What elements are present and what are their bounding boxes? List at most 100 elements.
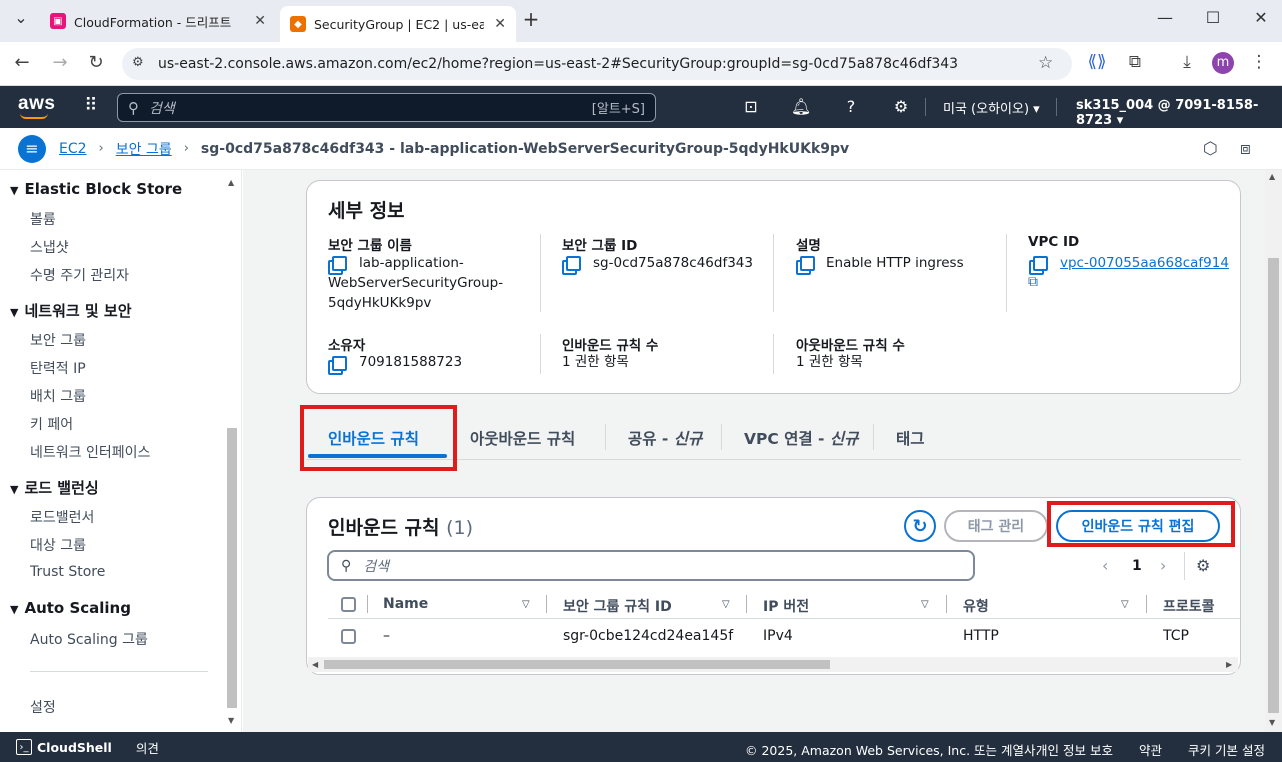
next-page-icon[interactable]: › xyxy=(1160,556,1166,575)
column-header-protocol[interactable]: 프로토콜 xyxy=(1163,596,1215,616)
reload-icon[interactable]: ↻ xyxy=(84,52,108,73)
prev-page-icon[interactable]: ‹ xyxy=(1102,556,1108,575)
sidebar-item-target-groups[interactable]: 대상 그룹 xyxy=(30,535,86,555)
tab-sharing[interactable]: 공유 - 신규 xyxy=(628,427,702,449)
minimize-icon[interactable]: — xyxy=(1150,8,1180,27)
scroll-right-icon[interactable]: ▶ xyxy=(1226,660,1232,669)
sidebar-item-settings[interactable]: 설정 xyxy=(30,697,56,717)
scroll-up-icon[interactable]: ▲ xyxy=(228,178,234,187)
copy-icon[interactable] xyxy=(332,256,347,271)
settings-gear-icon[interactable]: ⚙ xyxy=(890,97,912,116)
breadcrumb-ec2[interactable]: EC2 xyxy=(59,141,87,157)
sort-icon[interactable]: ▽ xyxy=(722,599,730,610)
close-window-icon[interactable]: ✕ xyxy=(1246,8,1276,27)
sidebar-section-ebs[interactable]: ▼ Elastic Block Store xyxy=(10,180,182,198)
table-scroll-thumb[interactable] xyxy=(324,660,830,669)
sidebar-item-elastic-ip[interactable]: 탄력적 IP xyxy=(30,358,86,378)
maximize-icon[interactable]: ☐ xyxy=(1198,8,1228,27)
site-info-icon[interactable]: ⚙ xyxy=(132,55,144,70)
profile-avatar[interactable]: m xyxy=(1212,52,1234,74)
breadcrumb-current: sg-0cd75a878c46df343 - lab-application-W… xyxy=(200,140,850,157)
sidebar-scrollbar[interactable]: ▲ ▼ xyxy=(226,178,238,726)
aws-search-input[interactable]: ⚲ 검색 [알트+S] xyxy=(117,93,656,122)
manage-tags-button[interactable]: 태그 관리 xyxy=(944,510,1048,542)
sidebar-item-lifecycle[interactable]: 수명 주기 관리자 xyxy=(30,265,129,285)
column-header-name[interactable]: Name xyxy=(383,596,428,612)
cloudshell-icon[interactable]: ›_ xyxy=(16,739,32,755)
column-header-ip-version[interactable]: IP 버전 xyxy=(763,596,809,616)
row-checkbox[interactable] xyxy=(341,629,356,644)
scroll-left-icon[interactable]: ◀ xyxy=(312,660,318,669)
hamburger-menu-icon[interactable]: ≡ xyxy=(18,134,46,163)
extensions-puzzle-icon[interactable]: ⧉ xyxy=(1122,52,1148,72)
footer-terms[interactable]: 약관 xyxy=(1139,740,1162,759)
sidebar-section-network[interactable]: ▼ 네트워크 및 보안 xyxy=(10,300,132,321)
download-icon[interactable]: ⤓ xyxy=(1174,52,1200,72)
rules-search-input[interactable]: ⚲ 검색 xyxy=(327,550,975,581)
services-grid-icon[interactable]: ⠿ xyxy=(80,95,102,116)
aws-logo[interactable]: aws xyxy=(18,93,55,115)
info-panel-icon[interactable]: ⬡ xyxy=(1203,139,1218,159)
vpc-id-link[interactable]: vpc-007055aa668caf914 xyxy=(1060,253,1229,273)
sidebar-scroll-thumb[interactable] xyxy=(227,428,237,708)
footer-privacy[interactable]: 개인 정보 보호 xyxy=(1036,740,1113,759)
sidebar-item-volumes[interactable]: 볼륨 xyxy=(30,209,56,229)
cloudshell-icon[interactable]: ⊡ xyxy=(740,97,762,116)
sort-icon[interactable]: ▽ xyxy=(1121,599,1129,610)
footer-cloudshell[interactable]: CloudShell xyxy=(37,740,112,755)
browser-tab-securitygroup[interactable]: ◆ SecurityGroup | EC2 | us-east-2 ✕ xyxy=(280,6,516,42)
page-scroll-thumb[interactable] xyxy=(1268,258,1279,713)
breadcrumb-security-groups[interactable]: 보안 그룹 xyxy=(116,139,172,159)
tools-panel-icon[interactable]: ⧈ xyxy=(1240,139,1251,159)
sidebar-item-placement-groups[interactable]: 배치 그룹 xyxy=(30,386,86,406)
refresh-icon[interactable]: ↻ xyxy=(904,510,936,542)
browser-tab-cloudformation[interactable]: ▣ CloudFormation - 드리프트 ✕ xyxy=(40,6,276,36)
tab-vpc-associations[interactable]: VPC 연결 - 신규 xyxy=(744,427,858,449)
page-vertical-scrollbar[interactable]: ▲ ▼ xyxy=(1265,170,1282,732)
copy-icon[interactable] xyxy=(566,256,581,271)
scroll-down-icon[interactable]: ▼ xyxy=(228,716,234,725)
close-tab-icon[interactable]: ✕ xyxy=(486,16,506,32)
external-link-icon[interactable]: ⧉ xyxy=(1028,274,1038,290)
sort-icon[interactable]: ▽ xyxy=(522,599,530,610)
table-preferences-gear-icon[interactable]: ⚙ xyxy=(1196,556,1210,575)
footer-feedback[interactable]: 의견 xyxy=(136,738,159,757)
forward-icon[interactable]: → xyxy=(48,52,72,73)
tab-search-icon[interactable]: ⌄ xyxy=(6,8,36,27)
copy-icon[interactable] xyxy=(800,256,815,271)
sidebar-item-network-interfaces[interactable]: 네트워크 인터페이스 xyxy=(30,442,150,462)
extension-icon[interactable]: ⟪⟫ xyxy=(1084,52,1110,72)
bookmark-star-icon[interactable]: ☆ xyxy=(1038,53,1053,73)
url-field[interactable]: ⚙ us-east-2.console.aws.amazon.com/ec2/h… xyxy=(122,48,1072,80)
tab-tags[interactable]: 태그 xyxy=(896,427,925,449)
sg-name-value-cont: WebServerSecurityGroup- xyxy=(328,275,504,291)
new-tab-icon[interactable]: + xyxy=(516,7,546,31)
sidebar-item-snapshots[interactable]: 스냅샷 xyxy=(30,237,69,257)
account-menu[interactable]: sk315_004 @ 7091-8158-8723 ▾ xyxy=(1076,98,1282,128)
select-all-checkbox[interactable] xyxy=(341,597,356,612)
copy-icon[interactable] xyxy=(1033,256,1048,271)
column-header-type[interactable]: 유형 xyxy=(963,596,989,616)
copy-icon[interactable] xyxy=(332,356,347,371)
sidebar-item-trust-store[interactable]: Trust Store xyxy=(30,564,105,580)
table-horizontal-scrollbar[interactable]: ◀ ▶ xyxy=(308,657,1238,672)
column-header-rule-id[interactable]: 보안 그룹 규칙 ID xyxy=(563,596,672,616)
close-tab-icon[interactable]: ✕ xyxy=(246,13,266,29)
help-icon[interactable]: ? xyxy=(840,97,862,116)
sidebar-item-key-pairs[interactable]: 키 페어 xyxy=(30,414,73,434)
sidebar-item-auto-scaling-groups[interactable]: Auto Scaling 그룹 xyxy=(30,629,148,649)
notifications-bell-icon[interactable]: 🔔︎ xyxy=(790,97,812,116)
page-number[interactable]: 1 xyxy=(1132,558,1142,574)
sidebar-item-security-groups[interactable]: 보안 그룹 xyxy=(30,330,86,350)
footer-cookies[interactable]: 쿠키 기본 설정 xyxy=(1188,740,1265,759)
region-selector[interactable]: 미국 (오하이오) ▾ xyxy=(943,98,1040,117)
browser-menu-icon[interactable]: ⋮ xyxy=(1246,52,1272,72)
tab-outbound-rules[interactable]: 아웃바운드 규칙 xyxy=(470,427,575,449)
scroll-down-icon[interactable]: ▼ xyxy=(1269,718,1275,727)
sidebar-item-load-balancers[interactable]: 로드밸런서 xyxy=(30,507,94,527)
sort-icon[interactable]: ▽ xyxy=(921,599,929,610)
sidebar-section-load-balancing[interactable]: ▼ 로드 밸런싱 xyxy=(10,477,99,498)
scroll-up-icon[interactable]: ▲ xyxy=(1269,172,1275,181)
back-icon[interactable]: ← xyxy=(10,52,34,73)
sidebar-section-auto-scaling[interactable]: ▼ Auto Scaling xyxy=(10,599,131,617)
